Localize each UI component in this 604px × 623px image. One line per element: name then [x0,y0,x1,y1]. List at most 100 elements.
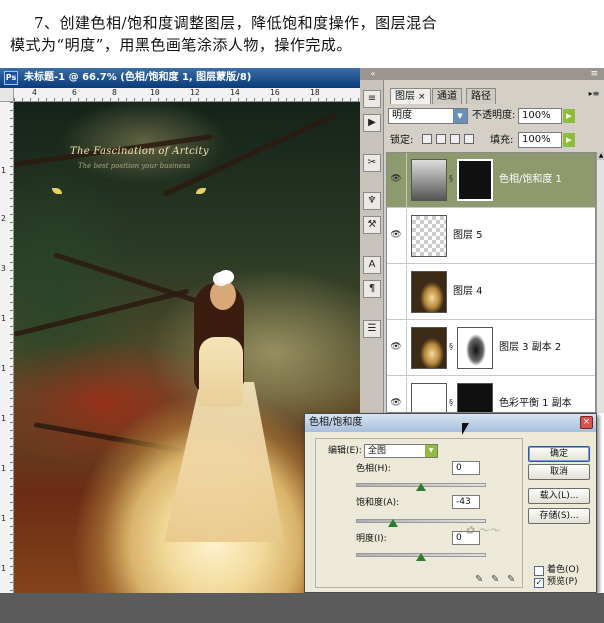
tab-channels[interactable]: 通道 [432,88,462,104]
layer-thumbnail [411,327,447,369]
blend-opacity-row: 明度 ▼ 不透明度: 100% ▶ [386,106,602,126]
layer-row[interactable]: 👁 § 色彩平衡 1 副本 [387,377,595,412]
lock-all-icon[interactable] [464,134,474,144]
eye-icon: 👁 [390,398,402,408]
ruler-top[interactable]: 4 6 8 10 12 14 16 18 [14,88,360,102]
panel-dock-header[interactable]: « ≡ [360,68,604,80]
fill-input[interactable]: 100% [518,132,562,148]
colorize-label: 着色(O) [547,565,580,575]
blend-mode-select[interactable]: 明度 ▼ [388,108,468,124]
edit-range-select[interactable]: 全图 ▼ [364,444,438,458]
tab-paths[interactable]: 路径 [466,88,496,104]
hue-input[interactable]: 0 [452,461,480,475]
eyedropper-plus-icon[interactable]: ✎ [491,574,503,586]
ruler-top-label: 8 [112,88,117,97]
layer-mask-thumbnail[interactable] [457,327,493,369]
layer-name: 色彩平衡 1 副本 [499,398,572,409]
cancel-button[interactable]: 取消 [528,464,590,480]
visibility-toggle[interactable]: 👁 [387,321,407,376]
panel-menu-icon[interactable]: ▸≡ [588,88,600,100]
chain-link-icon[interactable]: § [449,173,455,185]
visibility-toggle[interactable]: 👁 [387,377,407,412]
ruler-top-label: 6 [72,88,77,97]
load-button[interactable]: 载入(L)... [528,488,590,504]
visibility-toggle[interactable]: 👁 [387,209,407,264]
history-icon[interactable]: ≡ [363,90,381,108]
layer-row[interactable]: 👁 § 图层 3 副本 2 [387,321,595,376]
layer-mask-thumbnail[interactable] [457,159,493,201]
document-bottom-bar [0,593,604,623]
blend-mode-value: 明度 [392,110,412,121]
hue-label: 色相(H): [356,464,391,474]
chevron-down-icon: ▼ [425,445,437,457]
layer-name: 图层 3 副本 2 [499,342,562,353]
layer-row[interactable]: 👁 § 色相/饱和度 1 [387,153,595,208]
lock-transparency-icon[interactable] [422,134,432,144]
photoshop-doc-icon: Ps [4,71,18,85]
layers-scrollbar[interactable]: ▲ [596,152,604,413]
clone-source-icon[interactable]: ⚒ [363,216,381,234]
visibility-toggle[interactable]: 👁 [387,153,407,208]
preview-checkbox[interactable]: ✓ [534,578,544,588]
eye-icon: 👁 [390,174,402,184]
artwork-subtitle: The best position your business [78,162,191,170]
ruler-corner[interactable] [0,88,14,102]
tree-branch [53,252,207,307]
dock-menu-icon[interactable]: ≡ [590,68,598,80]
saturation-input[interactable]: -43 [452,495,480,509]
scroll-up-icon[interactable]: ▲ [597,152,604,160]
adjust-group: 编辑(E): 全图 ▼ 色相(H): 0 饱和度(A): -43 明度(I): … [315,438,523,588]
layer-mask-thumbnail[interactable] [457,383,493,412]
tab-layers[interactable]: 图层 × [390,88,431,104]
layer-thumbnail [411,271,447,313]
lock-label: 锁定: [390,135,414,146]
ok-button[interactable]: 确定 [528,446,590,462]
eyedropper-icon[interactable]: ✎ [475,574,487,586]
eyedropper-minus-icon[interactable]: ✎ [507,574,519,586]
ruler-left-label: 1 [1,166,6,175]
tab-layers-label: 图层 [395,91,415,102]
layer-row[interactable]: 图层 4 [387,265,595,320]
fill-stepper-icon[interactable]: ▶ [563,133,575,147]
figure-head [210,280,236,310]
chain-link-icon[interactable]: § [449,397,455,409]
brushes-icon[interactable]: ♆ [363,192,381,210]
ruler-left-label: 2 [1,214,6,223]
close-icon[interactable]: × [580,416,593,429]
dialog-title-bar[interactable]: 色相/饱和度 [305,414,596,432]
opacity-input[interactable]: 100% [518,108,562,124]
paragraph-icon[interactable]: ¶ [363,280,381,298]
layer-row[interactable]: 👁 图层 5 [387,209,595,264]
close-tab-icon[interactable]: × [418,92,426,102]
ruler-left-label: 1 [1,314,6,323]
save-button[interactable]: 存储(S)... [528,508,590,524]
lock-position-icon[interactable] [450,134,460,144]
layer-comps-icon[interactable]: ☰ [363,320,381,338]
document-title-bar[interactable]: Ps 未标题-1 @ 66.7% (色相/饱和度 1, 图层蒙版/8) [0,68,360,88]
saturation-slider-thumb[interactable] [388,519,399,527]
lock-pixels-icon[interactable] [436,134,446,144]
lock-fill-row: 锁定: 填充: 100% ▶ [386,132,602,152]
ruler-top-label: 14 [230,88,240,97]
eye-icon: 👁 [390,230,402,240]
caption-line-2: 模式为“明度”，用黑色画笔涂添人物，操作完成。 [10,36,352,54]
collapse-icon[interactable]: « [368,69,378,79]
tutorial-caption: 7、创建色相/饱和度调整图层，降低饱和度操作，图层混合 模式为“明度”，用黑色画… [0,0,604,68]
character-icon[interactable]: A [363,256,381,274]
edit-range-value: 全图 [368,446,387,456]
chain-link-icon[interactable]: § [449,341,455,353]
ruler-left-label: 1 [1,564,6,573]
mouse-cursor-icon [462,423,469,435]
colorize-checkbox[interactable] [534,566,544,576]
hue-saturation-dialog: 色相/饱和度 × 编辑(E): 全图 ▼ 色相(H): 0 饱和度(A): -4… [304,413,597,593]
hue-slider-thumb[interactable] [416,483,426,491]
ruler-left[interactable]: 1 2 3 1 1 1 1 1 1 [0,102,14,623]
tool-presets-icon[interactable]: ✂ [363,154,381,172]
leaf-ornament-right [196,188,206,194]
tab-channels-label: 通道 [437,91,457,102]
opacity-stepper-icon[interactable]: ▶ [563,109,575,123]
lightness-slider-thumb[interactable] [416,553,426,561]
visibility-toggle[interactable] [387,265,407,320]
adjustment-thumbnail [411,159,447,201]
actions-icon[interactable]: ▶ [363,114,381,132]
